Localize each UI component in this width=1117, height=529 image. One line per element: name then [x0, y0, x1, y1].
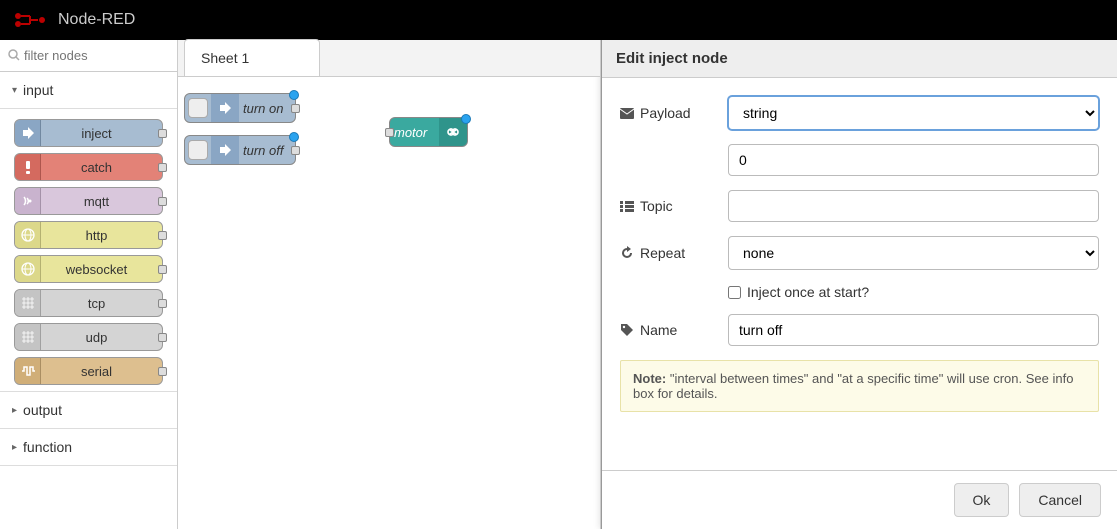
flow-canvas[interactable]: turn on turn off motor [178, 77, 600, 526]
filter-nodes-input[interactable] [0, 40, 177, 71]
repeat-label: Repeat [620, 245, 728, 261]
net-icon [15, 290, 41, 316]
panel-footer: Ok Cancel [602, 470, 1117, 529]
tag-icon [620, 323, 634, 337]
topic-label: Topic [620, 198, 728, 214]
flow-node-motor[interactable]: motor [389, 117, 468, 147]
flow-node-turn_on[interactable]: turn on [184, 93, 296, 123]
palette-node-http[interactable]: http [14, 221, 163, 249]
note-box: Note: "interval between times" and "at a… [620, 360, 1099, 412]
repeat-select[interactable]: none [728, 236, 1099, 270]
list-icon [620, 201, 634, 212]
category-input-header[interactable]: ▾ input [0, 72, 177, 109]
palette-node-label: mqtt [41, 194, 162, 209]
panel-title: Edit inject node [602, 40, 1117, 78]
inject-once-checkbox[interactable] [728, 286, 741, 299]
output-port[interactable] [158, 129, 167, 138]
payload-label: Payload [620, 105, 728, 121]
tab-sheet-1[interactable]: Sheet 1 [184, 39, 320, 76]
changed-indicator-icon [461, 114, 471, 124]
palette-node-label: inject [41, 126, 162, 141]
palette-node-inject[interactable]: inject [14, 119, 163, 147]
arrow-right-icon [211, 94, 239, 122]
inject-trigger-button[interactable] [188, 98, 208, 118]
category-label: input [23, 82, 53, 98]
output-port[interactable] [291, 104, 300, 113]
net-icon [15, 324, 41, 350]
output-port[interactable] [158, 299, 167, 308]
arrow-right-icon [211, 136, 239, 164]
workspace: Sheet 1 turn on turn off motor [178, 40, 601, 529]
app-title: Node-RED [58, 11, 135, 29]
palette-node-label: tcp [41, 296, 162, 311]
palette-node-mqtt[interactable]: mqtt [14, 187, 163, 215]
sheet-tabs: Sheet 1 [178, 40, 600, 77]
name-label: Name [620, 322, 728, 338]
serial-icon [15, 358, 41, 384]
output-port[interactable] [158, 265, 167, 274]
node-label: turn on [239, 101, 295, 116]
output-port[interactable] [158, 367, 167, 376]
envelope-icon [620, 108, 634, 119]
app-header: Node-RED [0, 0, 1117, 40]
palette-node-label: catch [41, 160, 162, 175]
category-function-header[interactable]: ▸ function [0, 429, 177, 466]
palette-input-list: inject catch mqtt http websocket tcp udp serial [0, 109, 177, 392]
inject-once-label: Inject once at start? [747, 284, 869, 300]
palette-node-udp[interactable]: udp [14, 323, 163, 351]
edit-panel: Edit inject node Payload string [601, 40, 1117, 529]
output-port[interactable] [291, 146, 300, 155]
globe-icon [15, 256, 41, 282]
category-output-header[interactable]: ▸ output [0, 392, 177, 429]
palette-node-label: serial [41, 364, 162, 379]
palette-node-serial[interactable]: serial [14, 357, 163, 385]
chevron-right-icon: ▸ [12, 442, 17, 453]
ok-button[interactable]: Ok [954, 483, 1010, 517]
palette-node-label: websocket [41, 262, 162, 277]
inject-trigger-button[interactable] [188, 140, 208, 160]
wifi-icon [15, 188, 41, 214]
chevron-down-icon: ▾ [12, 85, 17, 96]
output-port[interactable] [158, 197, 167, 206]
refresh-icon [620, 246, 634, 260]
flow-node-turn_off[interactable]: turn off [184, 135, 296, 165]
globe-icon [15, 222, 41, 248]
output-port[interactable] [158, 333, 167, 342]
filter-container [0, 40, 177, 72]
output-port[interactable] [158, 163, 167, 172]
search-icon [8, 49, 20, 61]
palette-sidebar: ▾ input inject catch mqtt http websocket tcp u… [0, 40, 178, 529]
palette-node-label: udp [41, 330, 162, 345]
changed-indicator-icon [289, 90, 299, 100]
name-input[interactable] [728, 314, 1099, 346]
input-port[interactable] [385, 128, 394, 137]
output-port[interactable] [158, 231, 167, 240]
cancel-button[interactable]: Cancel [1019, 483, 1101, 517]
arrow-right-icon [15, 120, 41, 146]
app-logo-icon [12, 11, 48, 29]
palette-node-tcp[interactable]: tcp [14, 289, 163, 317]
chevron-right-icon: ▸ [12, 405, 17, 416]
category-label: function [23, 439, 72, 455]
payload-value-input[interactable] [728, 144, 1099, 176]
payload-type-select[interactable]: string [728, 96, 1099, 130]
palette-node-catch[interactable]: catch [14, 153, 163, 181]
palette-node-label: http [41, 228, 162, 243]
changed-indicator-icon [289, 132, 299, 142]
exclaim-icon [15, 154, 41, 180]
node-label: turn off [239, 143, 295, 158]
category-label: output [23, 402, 62, 418]
palette-node-websocket[interactable]: websocket [14, 255, 163, 283]
node-label: motor [390, 125, 439, 140]
topic-input[interactable] [728, 190, 1099, 222]
